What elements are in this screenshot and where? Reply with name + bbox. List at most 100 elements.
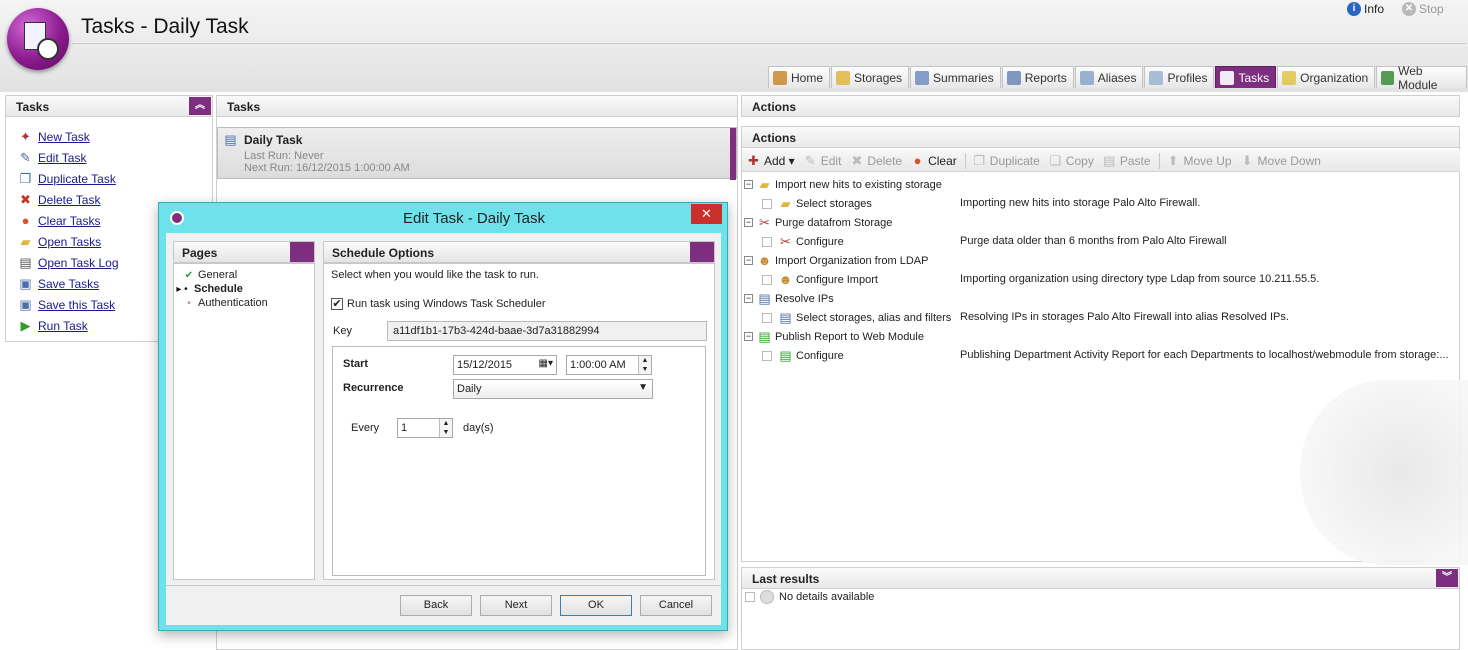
duplicate-icon: ❐ (973, 153, 986, 168)
action-group-row[interactable]: − ▰ Import new hits to existing storage (744, 175, 1460, 194)
tab-label: Organization (1300, 70, 1369, 85)
action-group-row[interactable]: − ✂ Purge datafrom Storage (744, 213, 1460, 232)
action-step-checkbox[interactable] (762, 274, 772, 285)
next-button[interactable]: Next (480, 595, 552, 616)
tab-profiles[interactable]: Profiles (1144, 66, 1215, 88)
cancel-button[interactable]: Cancel (640, 595, 712, 616)
info-button[interactable]: i Info (1347, 2, 1384, 16)
left-item-label: New Task (38, 129, 90, 144)
collapse-down-icon[interactable]: ︾ (1436, 569, 1458, 587)
action-step-row[interactable]: ✂ Configure Purge data older than 6 months… (744, 232, 1460, 251)
collapse-toggle-icon[interactable]: − (744, 256, 753, 265)
delete-button[interactable]: ✖ Delete (849, 153, 902, 168)
every-stepper[interactable]: 1 ▲ ▼ (397, 418, 453, 438)
left-item-delete-task[interactable]: ✖ Delete Task (18, 189, 119, 210)
action-step-row[interactable]: ▤ Configure Publishing Department Activity… (744, 346, 1460, 365)
tab-home[interactable]: Home (768, 66, 831, 88)
time-spinner-icon[interactable]: ▲ ▼ (638, 356, 651, 374)
use-scheduler-row[interactable]: ✔ Run task using Windows Task Scheduler (331, 298, 546, 310)
left-item-save-this-task[interactable]: ▣ Save this Task (18, 294, 119, 315)
add-button[interactable]: ✚ Add ▾ (746, 153, 795, 168)
back-button[interactable]: Back (400, 595, 472, 616)
tab-tasks[interactable]: Tasks (1215, 66, 1277, 88)
pages-list: ✔ General ▸ • Schedule • Authentication (176, 268, 268, 310)
action-group-row[interactable]: − ▤ Resolve IPs (744, 289, 1460, 308)
purge-icon: ✂ (759, 215, 770, 230)
actions-sub-header: Actions (741, 126, 1460, 148)
open-task-log-icon: ▤ (19, 255, 32, 270)
tab-summaries[interactable]: Summaries (910, 66, 1001, 88)
action-step-row[interactable]: ☻ Configure Import Importing organization … (744, 270, 1460, 289)
task-scrollbar[interactable] (730, 128, 736, 180)
dialog-body: Pages ✔ General ▸ • Schedule • Authentication… (166, 233, 721, 625)
toolbar-label: Move Up (1183, 153, 1232, 168)
tab-aliases[interactable]: Aliases (1074, 66, 1144, 88)
page-item-label: Authentication (198, 297, 268, 309)
left-item-new-task[interactable]: ✦ New Task (18, 126, 119, 147)
task-last-run: Last Run: Never (244, 150, 324, 162)
action-step-checkbox[interactable] (762, 350, 772, 361)
left-item-edit-task[interactable]: ✎ Edit Task (18, 147, 119, 168)
left-item-label: Clear Tasks (38, 213, 101, 228)
duplicate-button[interactable]: ❐ Duplicate (972, 153, 1039, 168)
collapse-toggle-icon[interactable]: − (744, 218, 753, 227)
paste-button[interactable]: ▤ Paste (1102, 153, 1150, 168)
action-step-checkbox[interactable] (762, 236, 772, 247)
page-item-general[interactable]: ✔ General (184, 268, 268, 282)
left-item-open-task-log[interactable]: ▤ Open Task Log (18, 252, 118, 273)
calendar-dropdown-icon[interactable]: ▦▾ (539, 358, 553, 369)
action-group-row[interactable]: − ▤ Publish Report to Web Module (744, 327, 1460, 346)
left-item-duplicate-task[interactable]: ❐ Duplicate Task (18, 168, 119, 189)
row-checkbox[interactable] (745, 592, 755, 602)
ok-button[interactable]: OK (560, 595, 632, 616)
tab-organization[interactable]: Organization (1277, 66, 1376, 88)
collapse-toggle-icon[interactable]: − (744, 294, 753, 303)
watermark-logo (1300, 380, 1468, 565)
tab-storages[interactable]: Storages (831, 66, 910, 88)
tab-web-module[interactable]: Web Module (1376, 64, 1467, 92)
aliases-icon (1079, 70, 1094, 85)
status-icon (760, 590, 774, 604)
stop-button[interactable]: ✕ Stop (1402, 2, 1444, 16)
add-icon: ✚ (748, 153, 759, 168)
collapse-toggle-icon[interactable]: − (744, 180, 753, 189)
action-step-row[interactable]: ▰ Select storages Importing new hits into … (744, 194, 1460, 213)
collapse-up-icon[interactable]: ︽ (189, 97, 211, 115)
page-item-schedule[interactable]: ▸ • Schedule (176, 282, 268, 296)
move-up-button[interactable]: ⬆ Move Up (1166, 153, 1232, 168)
action-step-checkbox[interactable] (762, 312, 772, 323)
action-step-row[interactable]: ▤ Select storages, alias and filters Resol… (744, 308, 1460, 327)
edit-button[interactable]: ✎ Edit (803, 153, 842, 168)
action-step-checkbox[interactable] (762, 198, 772, 209)
action-step-label: Configure (796, 235, 844, 248)
recurrence-value: Daily (457, 383, 482, 395)
clear-button[interactable]: ● Clear (910, 153, 957, 168)
reports-icon (1006, 70, 1021, 85)
toolbar-separator (964, 152, 966, 169)
key-field[interactable]: a11df1b1-17b3-424d-baae-3d7a31882994 (387, 321, 707, 341)
action-group-row[interactable]: − ☻ Import Organization from LDAP (744, 251, 1460, 270)
left-item-clear-tasks[interactable]: ● Clear Tasks (18, 210, 119, 231)
move-down-button[interactable]: ⬇ Move Down (1240, 153, 1321, 168)
left-item-open-tasks[interactable]: ▰ Open Tasks (18, 231, 119, 252)
delete-task-icon: ✖ (20, 192, 31, 207)
start-date-picker[interactable]: 15/12/2015 ▦▾ (453, 355, 557, 375)
collapse-toggle-icon[interactable]: − (744, 332, 753, 341)
page-item-authentication[interactable]: • Authentication (184, 296, 268, 310)
close-icon[interactable]: ✕ (691, 204, 722, 224)
tab-reports[interactable]: Reports (1001, 66, 1074, 88)
copy-button[interactable]: ❏ Copy (1048, 153, 1093, 168)
use-scheduler-checkbox[interactable]: ✔ (331, 298, 343, 310)
left-item-run-task[interactable]: ▶ Run Task (18, 315, 119, 336)
tab-label: Storages (854, 70, 903, 85)
recurrence-select[interactable]: Daily ▼ (453, 379, 653, 399)
start-time-field[interactable]: 1:00:00 AM ▲ ▼ (566, 355, 652, 375)
stop-label: Stop (1419, 2, 1444, 16)
left-item-save-tasks[interactable]: ▣ Save Tasks (18, 273, 119, 294)
toolbar-label: Add ▾ (764, 153, 795, 168)
use-scheduler-label: Run task using Windows Task Scheduler (347, 298, 546, 310)
actions-panel-title: Actions (752, 100, 797, 114)
task-list-item[interactable]: ▤ Daily Task Last Run: Never Next Run: 1… (217, 127, 737, 180)
toolbar-label: Edit (820, 153, 842, 168)
every-spinner-icon[interactable]: ▲ ▼ (439, 419, 452, 437)
